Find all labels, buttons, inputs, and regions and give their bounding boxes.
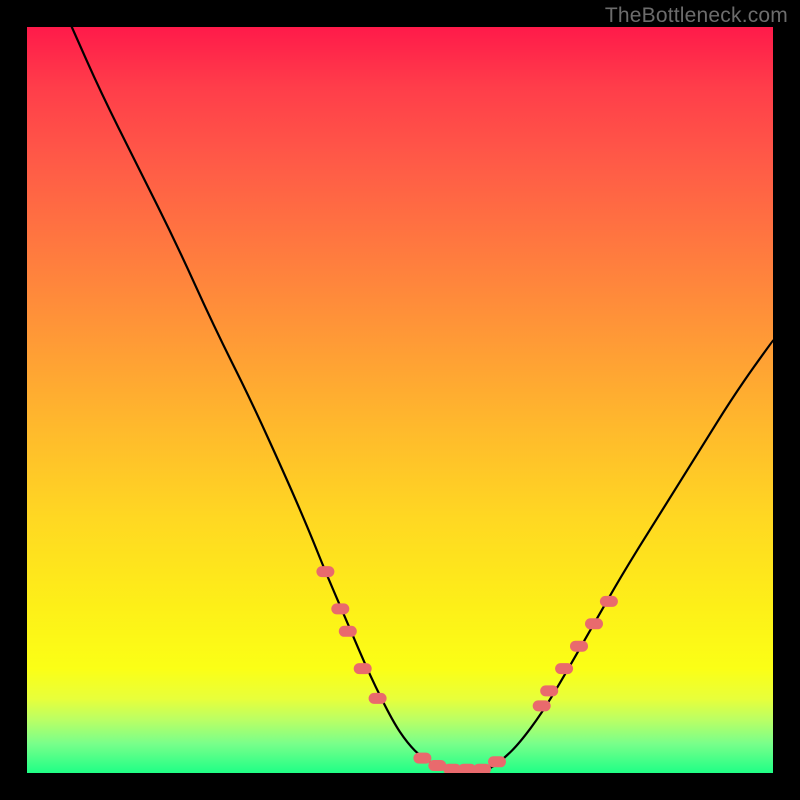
curve-marker (339, 626, 357, 637)
chart-plot-area (27, 27, 773, 773)
curve-marker (540, 685, 558, 696)
curve-marker (585, 618, 603, 629)
chart-frame: TheBottleneck.com (0, 0, 800, 800)
curve-marker (533, 700, 551, 711)
curve-marker (316, 566, 334, 577)
watermark-text: TheBottleneck.com (605, 4, 788, 28)
curve-marker (331, 603, 349, 614)
curve-marker (473, 764, 491, 773)
curve-marker (488, 756, 506, 767)
curve-marker (354, 663, 372, 674)
curve-marker (369, 693, 387, 704)
curve-marker (413, 753, 431, 764)
chart-svg (27, 27, 773, 773)
curve-marker (600, 596, 618, 607)
curve-marker (555, 663, 573, 674)
curve-marker (570, 641, 588, 652)
bottleneck-curve (72, 27, 773, 773)
curve-markers (316, 566, 618, 773)
